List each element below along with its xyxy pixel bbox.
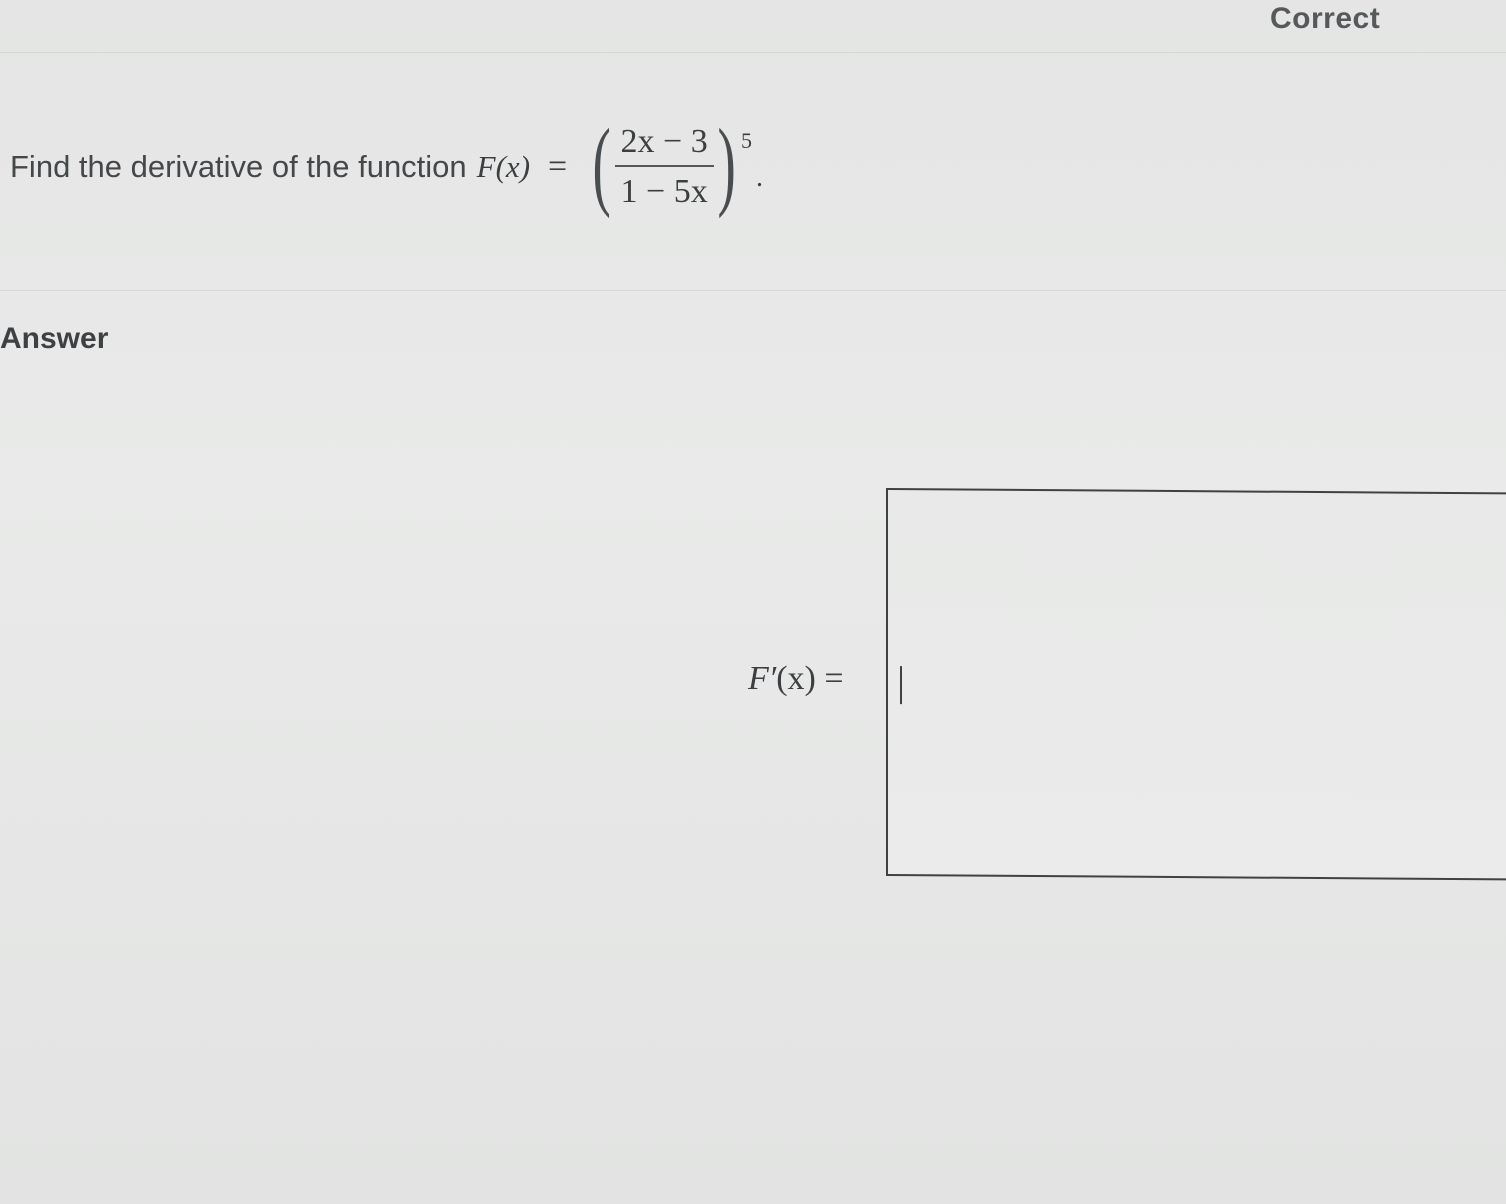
fraction-numerator: 2x − 3 <box>614 123 714 167</box>
function-name: F <box>476 149 496 184</box>
question-text: Find the derivative of the function F (x… <box>10 112 763 222</box>
exponent: 5 <box>741 128 753 153</box>
function-expression: F (x) = ( 2x − 3 1 − 5x ) 5 . <box>476 114 764 214</box>
text-cursor <box>900 666 902 705</box>
right-paren: ) <box>717 108 736 219</box>
fraction-denominator: 1 − 5x <box>620 173 708 210</box>
function-variable: (x) <box>495 149 531 184</box>
answer-heading: Answer <box>0 322 109 355</box>
equals-sign: = <box>548 148 568 185</box>
derivative-name: F′ <box>748 660 777 697</box>
question-prompt: Find the derivative of the function <box>10 149 467 184</box>
status-badge: Correct <box>1270 2 1381 35</box>
section-divider <box>0 290 1506 291</box>
header-divider <box>0 52 1506 53</box>
fraction: 2x − 3 1 − 5x <box>614 123 714 211</box>
answer-equals-sign: = <box>824 660 844 697</box>
period: . <box>756 162 764 193</box>
left-paren: ( <box>592 108 612 219</box>
derivative-variable: (x) <box>776 660 816 697</box>
answer-input[interactable] <box>886 488 1506 881</box>
answer-label: F′(x) = <box>748 660 844 698</box>
